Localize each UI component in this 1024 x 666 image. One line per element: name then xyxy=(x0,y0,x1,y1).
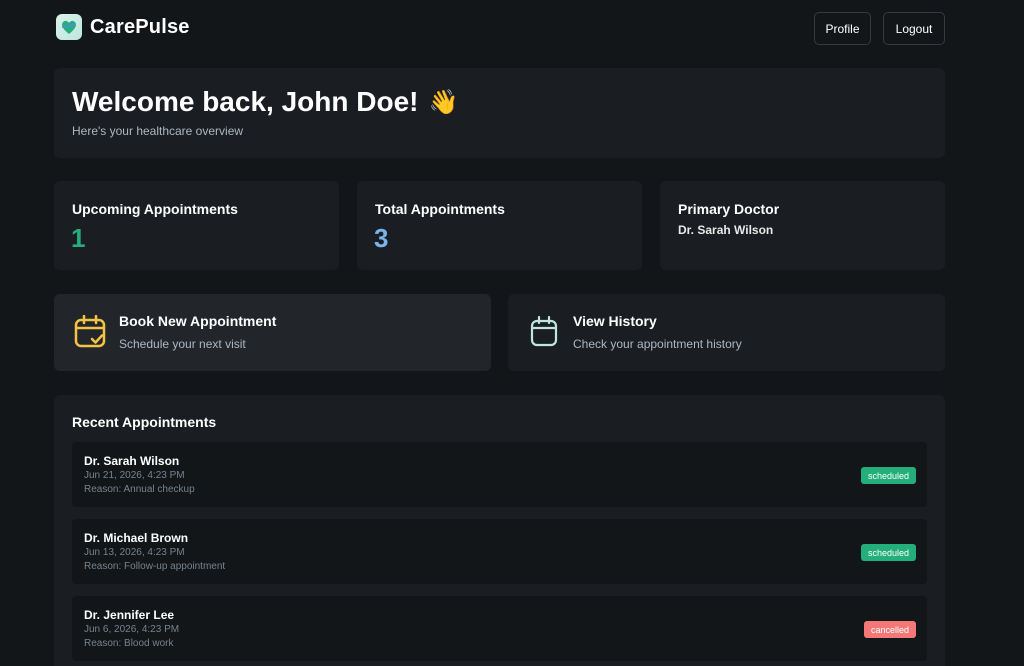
action-subtitle: Check your appointment history xyxy=(573,337,742,351)
appointment-date: Jun 6, 2026, 4:23 PM xyxy=(84,624,180,635)
appointment-reason: Reason: Annual checkup xyxy=(84,484,195,495)
waving-hand-icon: 👋 xyxy=(428,88,459,116)
carepulse-logo-icon xyxy=(56,14,82,40)
welcome-title: Welcome back, John Doe! xyxy=(72,86,419,117)
appointment-doctor: Dr. Michael Brown xyxy=(84,531,189,545)
status-badge: scheduled xyxy=(860,544,916,561)
welcome-card: Welcome back, John Doe! 👋 Here's your he… xyxy=(54,68,945,158)
action-subtitle: Schedule your next visit xyxy=(119,337,246,351)
appointment-reason: Reason: Blood work xyxy=(84,638,174,649)
stat-total-appointments: Total Appointments 3 xyxy=(357,181,642,270)
appointment-date: Jun 21, 2026, 4:23 PM xyxy=(84,470,185,481)
brand[interactable]: CarePulse xyxy=(56,14,190,40)
dashboard-page: CarePulse Profile Logout Welcome back, J… xyxy=(0,0,1024,666)
calendar-check-icon xyxy=(74,315,106,348)
welcome-subtitle: Here's your healthcare overview xyxy=(72,124,244,138)
calendar-icon xyxy=(530,315,558,347)
stat-primary-doctor: Primary Doctor Dr. Sarah Wilson xyxy=(660,181,945,270)
section-title: Recent Appointments xyxy=(72,414,217,430)
primary-doctor-name: Dr. Sarah Wilson xyxy=(678,223,774,237)
stat-value: 1 xyxy=(71,223,86,253)
appointment-item[interactable]: Dr. Sarah Wilson Jun 21, 2026, 4:23 PM R… xyxy=(72,442,927,507)
stat-value: 3 xyxy=(374,223,389,253)
recent-appointments-panel: Recent Appointments Dr. Sarah Wilson Jun… xyxy=(54,395,945,666)
appointment-date: Jun 13, 2026, 4:23 PM xyxy=(84,547,185,558)
appointment-doctor: Dr. Jennifer Lee xyxy=(84,608,175,622)
logout-button[interactable]: Logout xyxy=(883,12,945,45)
appointment-reason: Reason: Follow-up appointment xyxy=(84,561,226,572)
appointment-item[interactable]: Dr. Jennifer Lee Jun 6, 2026, 4:23 PM Re… xyxy=(72,596,927,661)
stat-label: Total Appointments xyxy=(375,201,505,217)
action-title: View History xyxy=(573,313,657,329)
status-badge: cancelled xyxy=(863,621,916,638)
welcome-heading: Welcome back, John Doe! 👋 xyxy=(72,86,458,118)
brand-name: CarePulse xyxy=(90,15,190,38)
book-appointment-button[interactable]: Book New Appointment Schedule your next … xyxy=(54,294,491,371)
appointment-doctor: Dr. Sarah Wilson xyxy=(84,454,180,468)
top-header: CarePulse Profile Logout xyxy=(56,12,945,46)
action-title: Book New Appointment xyxy=(119,313,277,329)
profile-button[interactable]: Profile xyxy=(814,12,871,45)
view-history-button[interactable]: View History Check your appointment hist… xyxy=(508,294,945,371)
appointment-item[interactable]: Dr. Michael Brown Jun 13, 2026, 4:23 PM … xyxy=(72,519,927,584)
stat-upcoming-appointments: Upcoming Appointments 1 xyxy=(54,181,339,270)
stat-label: Upcoming Appointments xyxy=(72,201,238,217)
status-badge: scheduled xyxy=(860,467,916,484)
stat-label: Primary Doctor xyxy=(678,201,780,217)
